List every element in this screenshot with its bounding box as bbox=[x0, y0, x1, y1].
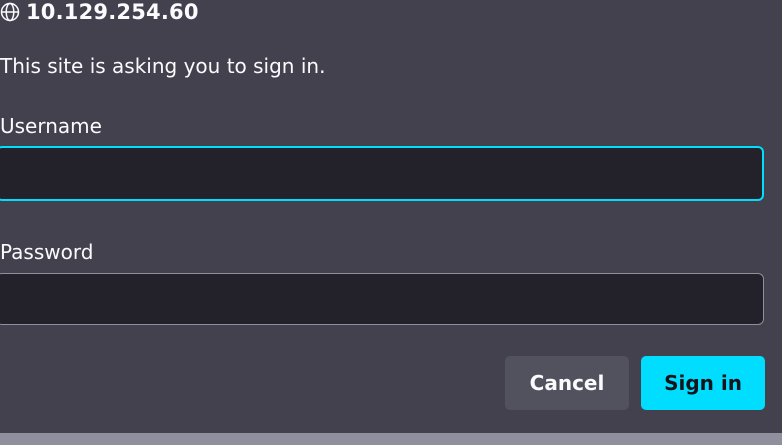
globe-icon bbox=[0, 2, 20, 22]
password-input[interactable] bbox=[0, 273, 764, 325]
dialog-header: 10.129.254.60 bbox=[0, 0, 199, 24]
auth-dialog: 10.129.254.60 This site is asking you to… bbox=[0, 0, 782, 433]
cancel-button[interactable]: Cancel bbox=[505, 356, 629, 410]
window-bottom-edge bbox=[0, 433, 782, 445]
username-label: Username bbox=[0, 114, 102, 138]
auth-message: This site is asking you to sign in. bbox=[0, 54, 326, 78]
username-input[interactable] bbox=[0, 146, 764, 201]
site-address: 10.129.254.60 bbox=[26, 0, 199, 24]
password-label: Password bbox=[0, 240, 94, 264]
sign-in-button[interactable]: Sign in bbox=[641, 356, 765, 410]
